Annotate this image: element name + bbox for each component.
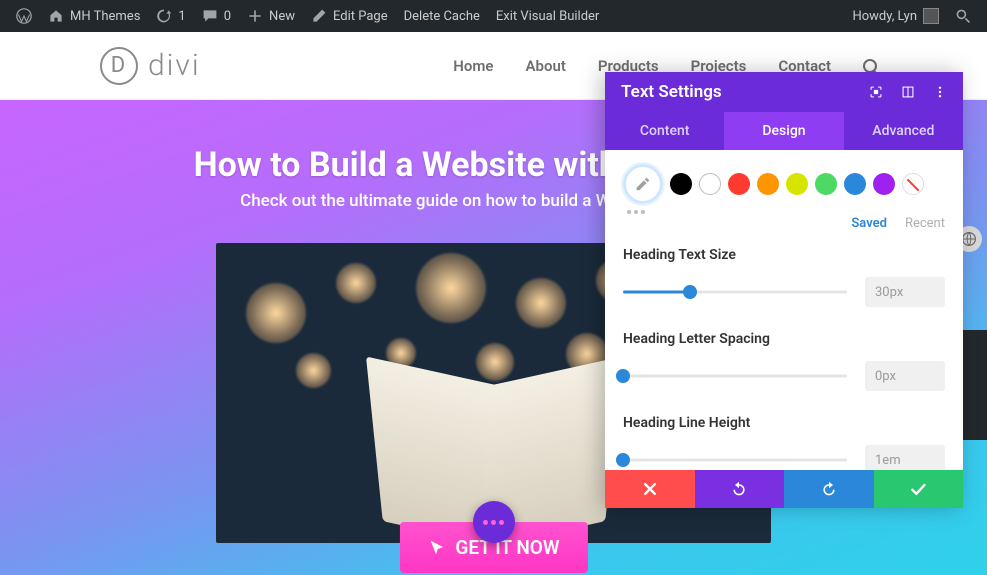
greeting: Howdy, Lyn (852, 9, 917, 24)
exit-vb-label: Exit Visual Builder (496, 9, 599, 24)
save-button[interactable] (874, 470, 964, 508)
logo[interactable]: D divi (100, 47, 201, 85)
tab-design[interactable]: Design (724, 112, 843, 150)
panel-header: Text Settings (605, 72, 963, 112)
snap-icon[interactable] (869, 85, 883, 99)
plus-icon (247, 8, 263, 24)
palette-recent[interactable]: Recent (905, 216, 945, 231)
delete-cache-label: Delete Cache (404, 9, 480, 24)
value-box-1[interactable]: 0px (865, 361, 945, 391)
kebab-icon[interactable] (933, 85, 947, 99)
value-box-0[interactable]: 30px (865, 277, 945, 307)
search-icon (955, 8, 971, 24)
nav-item-about[interactable]: About (526, 57, 566, 75)
delete-cache-link[interactable]: Delete Cache (396, 0, 488, 32)
control-row-1: 0px (623, 361, 945, 391)
new-label: New (269, 9, 295, 24)
nav-item-home[interactable]: Home (453, 57, 493, 75)
color-swatch-0[interactable] (670, 173, 692, 195)
color-swatch-7[interactable] (873, 173, 895, 195)
comment-icon (202, 8, 218, 24)
comments-count: 0 (224, 9, 231, 24)
slider-2[interactable] (623, 453, 847, 467)
control-row-2: 1em (623, 445, 945, 470)
tab-content[interactable]: Content (605, 112, 724, 150)
exit-visual-builder-link[interactable]: Exit Visual Builder (488, 0, 607, 32)
panel-body: Saved Recent Heading Text Size 30px Headin… (605, 150, 963, 470)
color-swatch-4[interactable] (786, 173, 808, 195)
palette-saved[interactable]: Saved (851, 216, 887, 231)
edit-page-label: Edit Page (333, 9, 388, 24)
tab-advanced[interactable]: Advanced (844, 112, 963, 150)
new-link[interactable]: New (239, 0, 303, 32)
value-box-2[interactable]: 1em (865, 445, 945, 470)
avatar (923, 8, 939, 24)
undo-icon (731, 481, 747, 497)
globe-icon (961, 231, 977, 247)
color-swatch-3[interactable] (757, 173, 779, 195)
eyedropper-icon (634, 175, 652, 193)
panel-title: Text Settings (621, 82, 722, 102)
wp-admin-bar: MH Themes 1 0 New Edit Page Delete Cache… (0, 0, 987, 32)
redo-icon (821, 481, 837, 497)
edit-page-link[interactable]: Edit Page (303, 0, 396, 32)
color-swatch-row (623, 164, 945, 204)
panel-actions (605, 470, 963, 508)
right-accent-bar (961, 330, 987, 440)
more-dots-icon[interactable] (627, 210, 945, 214)
expand-icon[interactable] (901, 85, 915, 99)
text-settings-panel: Text Settings Content Design Advanced Sa… (605, 72, 963, 508)
site-name-link[interactable]: MH Themes (40, 0, 148, 32)
refresh-icon (156, 8, 172, 24)
control-row-0: 30px (623, 277, 945, 307)
check-icon (910, 481, 926, 497)
logo-mark-icon: D (100, 47, 138, 85)
cta-label: GET IT NOW (455, 536, 559, 559)
redo-button[interactable] (784, 470, 874, 508)
wp-logo[interactable] (8, 0, 40, 32)
slider-1[interactable] (623, 369, 847, 383)
cursor-icon (427, 539, 445, 557)
control-label-1: Heading Letter Spacing (623, 331, 945, 347)
palette-tabs: Saved Recent (623, 216, 945, 231)
updates-count: 1 (178, 9, 185, 24)
slider-thumb-0[interactable] (683, 285, 697, 299)
color-swatch-5[interactable] (815, 173, 837, 195)
color-swatch-1[interactable] (699, 173, 721, 195)
account-link[interactable]: Howdy, Lyn (844, 0, 947, 32)
site-name: MH Themes (70, 9, 140, 24)
discard-button[interactable] (605, 470, 695, 508)
undo-button[interactable] (695, 470, 785, 508)
slider-thumb-1[interactable] (616, 369, 630, 383)
pencil-icon (311, 8, 327, 24)
color-picker-button[interactable] (623, 164, 663, 204)
color-swatch-2[interactable] (728, 173, 750, 195)
admin-search[interactable] (947, 0, 979, 32)
updates-link[interactable]: 1 (148, 0, 193, 32)
nav-search-icon[interactable] (863, 59, 877, 73)
panel-tabs: Content Design Advanced (605, 112, 963, 150)
comments-link[interactable]: 0 (194, 0, 239, 32)
slider-0[interactable] (623, 285, 847, 299)
color-swatch-6[interactable] (844, 173, 866, 195)
logo-text: divi (148, 48, 201, 83)
slider-thumb-2[interactable] (616, 453, 630, 467)
control-label-2: Heading Line Height (623, 415, 945, 431)
builder-fab[interactable] (473, 501, 515, 543)
control-label-0: Heading Text Size (623, 247, 945, 263)
wordpress-icon (16, 8, 32, 24)
home-icon (48, 8, 64, 24)
close-icon (642, 481, 658, 497)
color-swatch-8[interactable] (902, 173, 924, 195)
